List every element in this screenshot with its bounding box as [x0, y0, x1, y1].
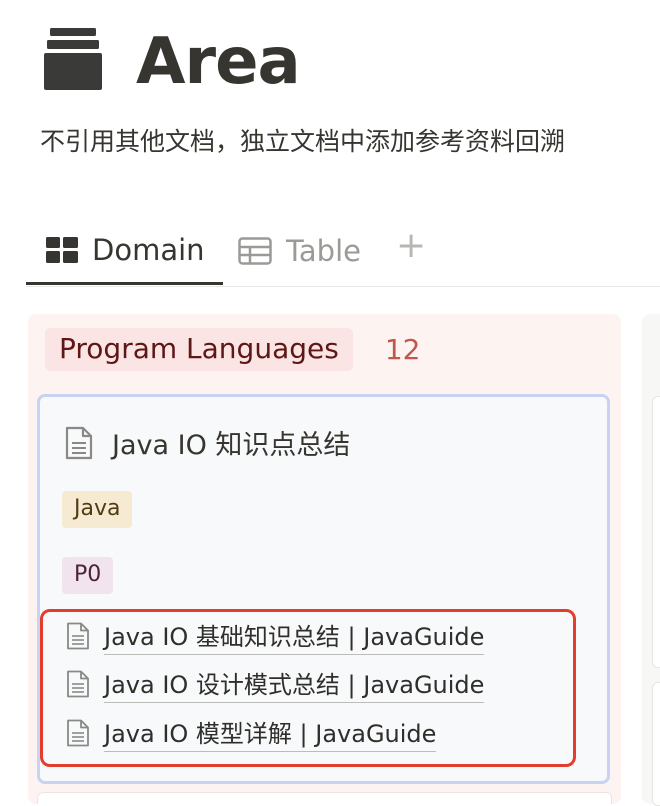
card-title-text: Java IO 知识点总结 [112, 430, 351, 461]
tab-domain[interactable]: Domain [26, 218, 223, 285]
tab-table[interactable]: Table [238, 218, 361, 284]
board-card[interactable]: Java IO 知识点总结 Java P0 Java IO 基础知识总结 | J… [37, 394, 610, 784]
group-label[interactable]: Program Languages [45, 328, 353, 371]
view-tabs: Domain Table + [26, 218, 660, 287]
page-icon [66, 622, 90, 650]
board-card[interactable] [652, 396, 660, 668]
archive-box-icon[interactable] [44, 28, 102, 90]
tab-table-label: Table [286, 234, 361, 268]
table-icon [238, 237, 272, 265]
link-item[interactable]: Java IO 设计模式总结 | JavaGuide [66, 665, 485, 703]
link-item[interactable]: Java IO 模型详解 | JavaGuide [66, 714, 437, 752]
card-title[interactable]: Java IO 知识点总结 [64, 423, 350, 462]
board-card[interactable] [652, 682, 660, 806]
add-view-button[interactable]: + [396, 224, 426, 268]
link-text[interactable]: Java IO 设计模式总结 | JavaGuide [104, 665, 485, 703]
page-icon [66, 719, 90, 747]
board-card[interactable] [37, 792, 612, 804]
tab-domain-label: Domain [92, 233, 205, 267]
link-text[interactable]: Java IO 基础知识总结 | JavaGuide [104, 617, 485, 655]
tag-priority: P0 [62, 557, 114, 594]
tag-java: Java [62, 491, 133, 528]
page-icon [66, 670, 90, 698]
group-count: 12 [384, 333, 421, 366]
link-text[interactable]: Java IO 模型详解 | JavaGuide [104, 714, 437, 752]
board-column-program-languages: Program Languages 12 Java IO 知识点总结 Java … [28, 314, 621, 804]
page-description[interactable]: 不引用其他文档，独立文档中添加参考资料回溯 [40, 124, 565, 160]
page-icon [64, 426, 94, 460]
link-item[interactable]: Java IO 基础知识总结 | JavaGuide [66, 617, 485, 655]
column-header: Program Languages 12 [45, 328, 420, 371]
board-icon [46, 237, 78, 263]
page-title[interactable]: Area [136, 22, 301, 102]
